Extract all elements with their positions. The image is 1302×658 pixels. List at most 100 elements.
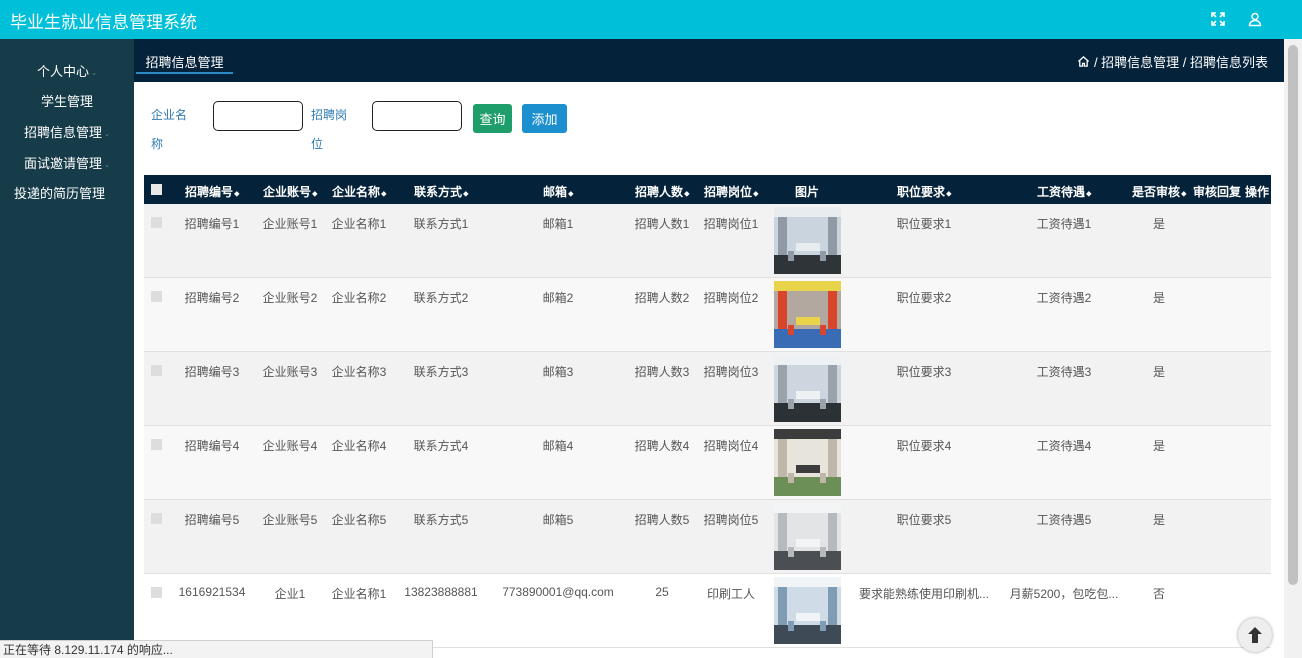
- cell-account: 企业1: [274, 587, 306, 601]
- breadcrumb-text: / 招聘信息管理 / 招聘信息列表: [1093, 55, 1268, 70]
- cell-no: 招聘编号1: [184, 217, 240, 231]
- cell-requirement: 职位要求5: [896, 513, 952, 527]
- column-header-account[interactable]: 企业账号⬥: [263, 183, 318, 200]
- office-photo-thumbnail[interactable]: [774, 207, 841, 274]
- cell-account: 企业账号3: [262, 365, 318, 379]
- chevron-down-icon: ⌄: [91, 69, 97, 77]
- cell-account: 企业账号1: [262, 217, 318, 231]
- cell-count: 招聘人数2: [634, 291, 690, 305]
- column-header-company[interactable]: 企业名称⬥: [332, 183, 387, 200]
- cell-position: 招聘岗位3: [703, 365, 759, 379]
- sidebar-item-student-management[interactable]: 学生管理: [0, 91, 134, 110]
- row-checkbox[interactable]: [151, 291, 162, 302]
- cell-contact: 联系方式3: [413, 365, 469, 379]
- arrow-up-icon: [1248, 627, 1262, 643]
- company-name-label: 企业名称: [151, 108, 188, 151]
- row-checkbox[interactable]: [151, 217, 162, 228]
- cell-approved: 是: [1152, 513, 1166, 527]
- office-photo-thumbnail[interactable]: [774, 503, 841, 570]
- column-header-no[interactable]: 招聘编号⬥: [185, 183, 240, 200]
- fullscreen-icon[interactable]: [1205, 6, 1231, 32]
- cell-count: 招聘人数3: [634, 365, 690, 379]
- cell-approved: 是: [1152, 291, 1166, 305]
- sidebar-item-label: 个人中心: [37, 64, 90, 79]
- cell-no: 招聘编号4: [184, 439, 240, 453]
- column-header-email[interactable]: 邮箱⬥: [543, 183, 574, 200]
- query-button[interactable]: 查询: [473, 104, 512, 133]
- row-checkbox[interactable]: [151, 513, 162, 524]
- cell-requirement: 职位要求4: [896, 439, 952, 453]
- office-photo-thumbnail[interactable]: [774, 577, 841, 644]
- column-header-actions: 操作: [1245, 185, 1270, 199]
- office-photo-thumbnail[interactable]: [774, 355, 841, 422]
- office-photo-thumbnail[interactable]: [774, 281, 841, 348]
- cell-email: 邮箱3: [542, 365, 574, 379]
- row-checkbox[interactable]: [151, 365, 162, 376]
- sidebar-item-label: 投递的简历管理: [14, 186, 106, 201]
- cell-contact: 联系方式1: [413, 217, 469, 231]
- sidebar-item-resume-management[interactable]: 投递的简历管理: [0, 183, 134, 202]
- row-checkbox[interactable]: [151, 587, 162, 598]
- cell-approved: 是: [1152, 439, 1166, 453]
- office-photo-thumbnail[interactable]: [774, 429, 841, 496]
- cell-no: 1616921534: [178, 585, 246, 599]
- cell-account: 企业账号2: [262, 291, 318, 305]
- cell-no: 招聘编号3: [184, 365, 240, 379]
- cell-requirement: 职位要求2: [896, 291, 952, 305]
- cell-count: 招聘人数1: [634, 217, 690, 231]
- column-header-contact[interactable]: 联系方式⬥: [414, 183, 469, 200]
- cell-position: 招聘岗位5: [703, 513, 759, 527]
- select-all-checkbox[interactable]: [151, 184, 162, 195]
- back-to-top-button[interactable]: [1238, 618, 1272, 652]
- position-input[interactable]: [372, 101, 462, 131]
- cell-salary: 工资待遇2: [1036, 291, 1092, 305]
- sidebar: 个人中心 ⌄ 学生管理 招聘信息管理 ⌄ 面试邀请管理 ⌄ 投递的简历管理: [0, 39, 134, 658]
- table-row[interactable]: 1616921534 企业1 企业名称1 13823888881 773890001@q…: [144, 574, 1271, 648]
- cell-email: 邮箱1: [542, 217, 574, 231]
- column-header-position[interactable]: 招聘岗位⬥: [704, 183, 759, 200]
- page-scrollbar[interactable]: [1284, 39, 1302, 658]
- table-row[interactable]: 招聘编号1 企业账号1 企业名称1 联系方式1 邮箱1 招聘人数1 招聘岗位1 职位要求1 工资…: [144, 204, 1271, 278]
- cell-salary: 工资待遇4: [1036, 439, 1092, 453]
- cell-company: 企业名称4: [331, 439, 387, 453]
- table-header: 招聘编号⬥ 企业账号⬥ 企业名称⬥ 联系方式⬥ 邮箱⬥ 招聘人数⬥ 招聘岗位⬥ …: [144, 175, 1271, 204]
- app-title: 毕业生就业信息管理系统: [10, 13, 197, 32]
- cell-count: 招聘人数4: [634, 439, 690, 453]
- column-header-approved[interactable]: 是否审核⬥: [1132, 183, 1187, 200]
- row-checkbox[interactable]: [151, 439, 162, 450]
- cell-account: 企业账号5: [262, 513, 318, 527]
- chevron-down-icon: ⌄: [104, 130, 110, 138]
- column-header-count[interactable]: 招聘人数⬥: [635, 183, 690, 200]
- user-icon[interactable]: [1242, 6, 1268, 32]
- cell-no: 招聘编号5: [184, 513, 240, 527]
- cell-company: 企业名称1: [331, 217, 387, 231]
- cell-approved: 是: [1152, 217, 1166, 231]
- tab-recruitment-management[interactable]: 招聘信息管理: [136, 52, 233, 74]
- table-row[interactable]: 招聘编号4 企业账号4 企业名称4 联系方式4 邮箱4 招聘人数4 招聘岗位4 职位要求4 工资…: [144, 426, 1271, 500]
- sidebar-item-interview-invitation[interactable]: 面试邀请管理 ⌄: [0, 153, 134, 172]
- company-name-input[interactable]: [213, 101, 303, 131]
- table-row[interactable]: 招聘编号5 企业账号5 企业名称5 联系方式5 邮箱5 招聘人数5 招聘岗位5 职位要求5 工资…: [144, 500, 1271, 574]
- sidebar-item-recruitment-management[interactable]: 招聘信息管理 ⌄: [0, 122, 134, 141]
- cell-position: 招聘岗位2: [703, 291, 759, 305]
- sidebar-item-personal-center[interactable]: 个人中心 ⌄: [0, 61, 134, 80]
- cell-approved: 否: [1152, 587, 1166, 601]
- column-header-salary[interactable]: 工资待遇⬥: [1037, 183, 1092, 200]
- cell-email: 邮箱4: [542, 439, 574, 453]
- browser-status-bar: 正在等待 8.129.11.174 的响应...: [0, 640, 433, 658]
- column-header-requirement[interactable]: 职位要求⬥: [897, 183, 952, 200]
- content-navbar: 招聘信息管理 / 招聘信息管理 / 招聘信息列表: [134, 39, 1284, 82]
- cell-count: 招聘人数5: [634, 513, 690, 527]
- scrollbar-thumb[interactable]: [1288, 45, 1298, 585]
- column-header-review-reply: 审核回复: [1193, 185, 1242, 199]
- cell-contact: 联系方式4: [413, 439, 469, 453]
- cell-salary: 工资待遇1: [1036, 217, 1092, 231]
- cell-company: 企业名称1: [331, 587, 387, 601]
- cell-account: 企业账号4: [262, 439, 318, 453]
- table-row[interactable]: 招聘编号3 企业账号3 企业名称3 联系方式3 邮箱3 招聘人数3 招聘岗位3 职位要求3 工资…: [144, 352, 1271, 426]
- cell-position: 招聘岗位4: [703, 439, 759, 453]
- home-icon[interactable]: [1077, 55, 1090, 68]
- cell-company: 企业名称5: [331, 513, 387, 527]
- table-row[interactable]: 招聘编号2 企业账号2 企业名称2 联系方式2 邮箱2 招聘人数2 招聘岗位2 职位要求2 工资…: [144, 278, 1271, 352]
- add-button[interactable]: 添加: [522, 104, 567, 133]
